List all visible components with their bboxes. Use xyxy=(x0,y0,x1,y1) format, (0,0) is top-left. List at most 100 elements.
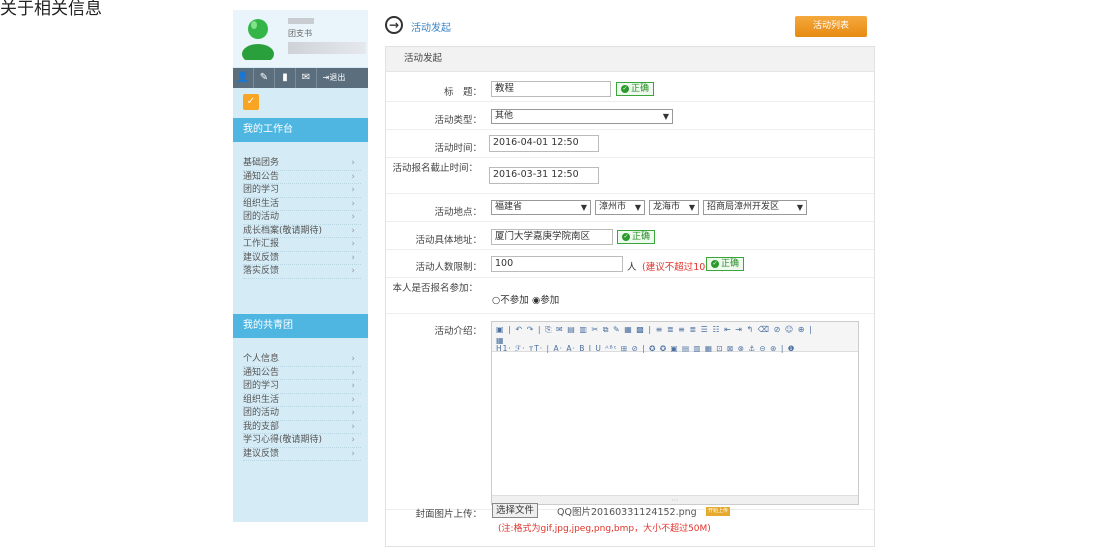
panel-title: 活动发起 xyxy=(386,47,874,72)
page-heading-text: 关于相关信息 xyxy=(0,0,102,19)
join-no-radio[interactable]: ○不参加 xyxy=(492,292,529,306)
location-label: 活动地点： xyxy=(434,207,482,218)
file-name: QQ图片20160331124152.png xyxy=(557,507,697,518)
logout-label: 退出 xyxy=(329,73,346,82)
league-item-1[interactable]: 个人信息 xyxy=(243,353,361,367)
city-select[interactable]: 漳州市 ▼ xyxy=(595,200,645,215)
logout-button[interactable]: ⇥退出 xyxy=(317,68,351,88)
workbench-menu: 基础团务 通知公告 团的学习 组织生活 团的活动 成长档案(敬请期待) 工作汇报… xyxy=(243,157,361,279)
check-icon: ✓ xyxy=(621,84,629,93)
join-no-label: 不参加 xyxy=(500,295,529,306)
intro-label: 活动介绍： xyxy=(434,326,482,337)
blurred-text xyxy=(288,42,366,54)
limit-row: 活动人数限制： 100 人 (建议不超过100人) ✓ 正确 xyxy=(386,251,874,278)
mail-icon[interactable]: ✉ xyxy=(296,68,317,88)
cover-label: 封面图片上传： xyxy=(415,509,482,520)
profile-toolbar: 👤 ✎ ▮ ✉ ⇥退出 xyxy=(233,68,368,88)
deadline-input[interactable]: 2016-03-31 12:50 xyxy=(489,167,599,184)
dropdown-arrow-icon: ▼ xyxy=(580,203,587,212)
limit-ok-badge: ✓ 正确 xyxy=(706,257,745,271)
workbench-item-6[interactable]: 成长档案(敬请期待) xyxy=(243,225,361,238)
cover-row: 封面图片上传： 选择文件 QQ图片20160331124152.png 开始上传… xyxy=(386,499,874,539)
upload-button[interactable]: 开始上传 xyxy=(706,507,730,516)
workbench-item-8[interactable]: 建议反馈 xyxy=(243,252,361,265)
workbench-item-5[interactable]: 团的活动 xyxy=(243,211,361,225)
avatar xyxy=(242,19,274,60)
type-select[interactable]: 其他 ▼ xyxy=(491,109,673,124)
league-item-8[interactable]: 建议反馈 xyxy=(243,448,361,461)
deadline-label: 活动报名截止时间： xyxy=(392,163,478,174)
location-row: 活动地点： 福建省 ▼ 漳州市 ▼ 龙海市 ▼ 招商局漳州开发区 ▼ xyxy=(386,195,874,222)
wrench-icon[interactable]: ✎ xyxy=(254,68,275,88)
league-item-2[interactable]: 通知公告 xyxy=(243,367,361,380)
address-input[interactable]: 厦门大学嘉庚学院南区 xyxy=(491,229,613,245)
time-input[interactable]: 2016-04-01 12:50 xyxy=(489,135,599,152)
dropdown-arrow-icon: ▼ xyxy=(662,112,669,121)
title-input[interactable]: 教程 xyxy=(491,81,611,97)
title-ok-badge: ✓ 正确 xyxy=(616,82,655,96)
type-row: 活动类型： 其他 ▼ xyxy=(386,103,874,130)
badge-icon[interactable]: ✓ xyxy=(243,94,259,110)
cover-note: (注:格式为gif,jpg,jpeg,png,bmp，大小不超过50M) xyxy=(498,524,711,534)
join-label: 本人是否报名参加： xyxy=(392,283,478,294)
workbench-item-4[interactable]: 组织生活 xyxy=(243,198,361,211)
intro-row: 活动介绍： ▣ | ↶ ↷ | ⎘ ✉ ▤ ▥ ✂ ⧉ ✎ ▦ ▩ | ≡ ≣ … xyxy=(386,315,874,510)
sidebar: 团支书 👤 ✎ ▮ ✉ ⇥退出 ✓ 我的工作台 基础团务 通知公告 团的学习 组… xyxy=(233,10,368,522)
dropdown-arrow-icon: ▼ xyxy=(688,203,695,212)
ok-label: 正确 xyxy=(632,232,651,242)
district-select[interactable]: 龙海市 ▼ xyxy=(649,200,699,215)
user-name: 团支书 xyxy=(288,29,312,38)
workbench-item-9[interactable]: 落实反馈 xyxy=(243,265,361,279)
form-panel: 活动发起 标 题： 教程 ✓ 正确 活动类型： 其他 ▼ 活动时间： 2016-04… xyxy=(385,46,875,547)
league-item-4[interactable]: 组织生活 xyxy=(243,394,361,407)
join-yes-label: 参加 xyxy=(540,295,560,306)
zone-value: 招商局漳州开发区 xyxy=(707,202,780,212)
choose-file-button[interactable]: 选择文件 xyxy=(492,503,539,518)
workbench-title: 我的工作台 xyxy=(233,118,368,142)
limit-label: 活动人数限制： xyxy=(415,262,482,273)
limit-input[interactable]: 100 xyxy=(491,256,623,272)
province-select[interactable]: 福建省 ▼ xyxy=(491,200,591,215)
arrow-right-icon: → xyxy=(385,16,403,34)
activity-list-button[interactable]: 活动列表 xyxy=(795,16,867,37)
ok-label: 正确 xyxy=(721,259,740,269)
dropdown-arrow-icon: ▼ xyxy=(634,203,641,212)
type-label: 活动类型： xyxy=(434,115,482,126)
league-item-6[interactable]: 我的支部 xyxy=(243,421,361,434)
editor-toolbar-row-3[interactable]: H1· ℱ· ᴛT· | A· A· B I U ᴬᴮᶜ ⊞ ⊘ | ✪ ✪ ▣… xyxy=(496,344,795,353)
address-ok-badge: ✓ 正确 xyxy=(617,230,656,244)
address-label: 活动具体地址： xyxy=(415,235,482,246)
join-yes-radio[interactable]: ◉参加 xyxy=(532,292,559,306)
ok-label: 正确 xyxy=(631,84,650,94)
profile-card: 团支书 xyxy=(233,10,368,67)
title-label: 标 题： xyxy=(443,87,482,98)
league-item-3[interactable]: 团的学习 xyxy=(243,380,361,394)
league-item-5[interactable]: 团的活动 xyxy=(243,407,361,421)
workbench-item-7[interactable]: 工作汇报 xyxy=(243,238,361,252)
league-title: 我的共青团 xyxy=(233,314,368,338)
rich-text-editor[interactable]: ▣ | ↶ ↷ | ⎘ ✉ ▤ ▥ ✂ ⧉ ✎ ▦ ▩ | ≡ ≣ ≡ ≣ ☰ … xyxy=(491,321,859,505)
time-row: 活动时间： 2016-04-01 12:50 xyxy=(386,131,874,158)
check-icon: ✓ xyxy=(711,259,719,268)
breadcrumb[interactable]: 活动发起 xyxy=(411,19,451,34)
check-icon: ✓ xyxy=(622,232,630,241)
league-menu: 个人信息 通知公告 团的学习 组织生活 团的活动 我的支部 学习心得(敬请期待)… xyxy=(243,353,361,461)
deadline-row: 活动报名截止时间： 2016-03-31 12:50 xyxy=(386,159,874,194)
type-value: 其他 xyxy=(495,111,514,121)
dropdown-arrow-icon: ▼ xyxy=(796,203,803,212)
workbench-item-2[interactable]: 通知公告 xyxy=(243,171,361,184)
editor-toolbar-row-1[interactable]: ▣ | ↶ ↷ | ⎘ ✉ ▤ ▥ ✂ ⧉ ✎ ▦ ▩ | ≡ ≣ ≡ ≣ ☰ … xyxy=(496,324,854,335)
zone-select[interactable]: 招商局漳州开发区 ▼ xyxy=(703,200,807,215)
workbench-item-1[interactable]: 基础团务 xyxy=(243,157,361,171)
workbench-item-3[interactable]: 团的学习 xyxy=(243,184,361,198)
doc-icon[interactable]: ▮ xyxy=(275,68,296,88)
user-icon[interactable]: 👤 xyxy=(233,68,254,88)
limit-unit: 人 xyxy=(627,262,637,273)
title-row: 标 题： 教程 ✓ 正确 xyxy=(386,77,874,102)
blurred-text xyxy=(288,18,314,24)
time-label: 活动时间： xyxy=(434,143,482,154)
province-value: 福建省 xyxy=(495,202,523,212)
league-item-7[interactable]: 学习心得(敬请期待) xyxy=(243,434,361,448)
content-header: → 活动发起 活动列表 xyxy=(385,16,873,38)
address-row: 活动具体地址： 厦门大学嘉庚学院南区 ✓ 正确 xyxy=(386,223,874,250)
